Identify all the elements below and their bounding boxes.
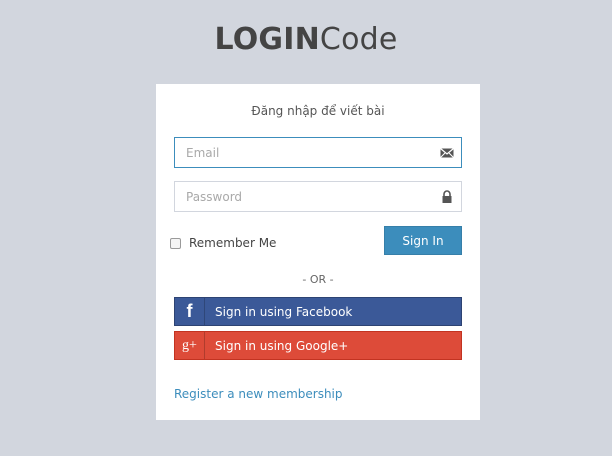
google-signin-button[interactable]: g+ Sign in using Google+ [174, 331, 462, 360]
email-field[interactable] [175, 138, 461, 167]
google-signin-label: Sign in using Google+ [215, 338, 349, 353]
logo: LOGINCode [0, 22, 612, 57]
or-divider: - OR - [302, 273, 334, 286]
remember-me-label: Remember Me [189, 236, 277, 250]
password-field[interactable] [175, 182, 461, 211]
logo-light: Code [319, 22, 398, 57]
login-box: Đăng nhập để viết bài Remember Me Sign I… [156, 84, 480, 420]
lock-icon [442, 190, 452, 203]
envelope-icon [440, 148, 454, 158]
sign-in-button[interactable]: Sign In [384, 226, 462, 255]
facebook-signin-label: Sign in using Facebook [215, 304, 353, 319]
remember-me[interactable]: Remember Me [170, 236, 276, 250]
password-field-wrapper [174, 181, 462, 212]
logo-bold: LOGIN [214, 22, 320, 57]
facebook-signin-button[interactable]: f Sign in using Facebook [174, 297, 462, 326]
register-link[interactable]: Register a new membership [174, 387, 343, 401]
remember-me-checkbox[interactable] [170, 237, 181, 249]
email-field-wrapper [174, 137, 462, 168]
login-box-message: Đăng nhập để viết bài [251, 104, 385, 118]
facebook-icon: f [175, 298, 205, 325]
google-plus-icon: g+ [175, 332, 205, 359]
